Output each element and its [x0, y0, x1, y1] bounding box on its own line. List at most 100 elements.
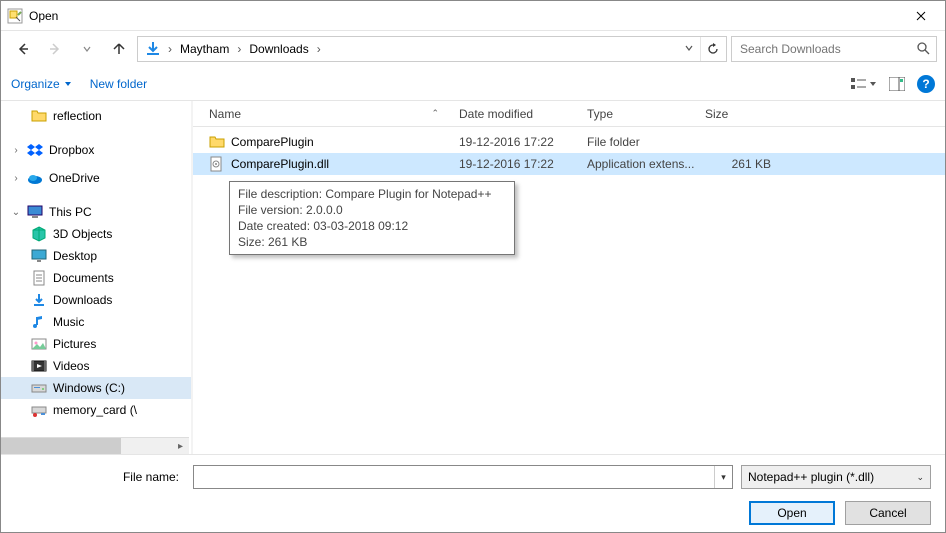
tooltip: File description: Compare Plugin for Not…: [229, 181, 515, 255]
tree-item-onedrive[interactable]: › OneDrive: [1, 167, 191, 189]
cancel-button[interactable]: Cancel: [845, 501, 931, 525]
tree-item-label: OneDrive: [49, 171, 100, 185]
breadcrumb-seg-0[interactable]: Maytham: [176, 37, 233, 61]
expander-icon[interactable]: ›: [11, 173, 21, 184]
dropbox-icon: [27, 142, 43, 158]
chevron-down-icon: [64, 80, 72, 88]
tree-item-label: Desktop: [53, 249, 97, 263]
col-date[interactable]: Date modified: [459, 107, 587, 121]
tree-item-label: This PC: [49, 205, 92, 219]
tooltip-line: File description: Compare Plugin for Not…: [238, 186, 506, 202]
organize-label: Organize: [11, 77, 60, 91]
expander-icon[interactable]: ⌄: [11, 207, 21, 218]
file-row[interactable]: ComparePlugin.dll19-12-2016 17:22Applica…: [193, 153, 945, 175]
main-area: reflection › Dropbox › OneDrive ⌄ This PC 3D Ob…: [1, 101, 945, 454]
file-type: Application extens...: [587, 157, 705, 171]
col-type[interactable]: Type: [587, 107, 705, 121]
col-name[interactable]: Name⌃: [209, 107, 459, 121]
view-mode-button[interactable]: [851, 77, 877, 91]
expander-icon[interactable]: ›: [11, 145, 21, 156]
tree-item-label: 3D Objects: [53, 227, 112, 241]
drive-icon: [31, 380, 47, 396]
tree-item-label: reflection: [53, 109, 102, 123]
tooltip-line: File version: 2.0.0.0: [238, 202, 506, 218]
tree-item-label: memory_card (\: [53, 403, 137, 417]
recent-dropdown[interactable]: [73, 35, 101, 63]
folder-icon: [31, 108, 47, 124]
dll-icon: [209, 156, 225, 172]
chevron-right-icon[interactable]: ›: [233, 42, 245, 56]
thispc-icon: [27, 204, 43, 220]
file-date: 19-12-2016 17:22: [459, 135, 587, 149]
tree-item-label: Dropbox: [49, 143, 94, 157]
scroll-thumb[interactable]: [1, 438, 121, 454]
tree-item-label: Pictures: [53, 337, 96, 351]
organize-menu[interactable]: Organize: [11, 77, 72, 91]
new-folder-button[interactable]: New folder: [90, 77, 147, 91]
search-box[interactable]: [731, 36, 937, 62]
address-dropdown[interactable]: [678, 42, 700, 56]
filename-dropdown[interactable]: ▾: [714, 466, 732, 488]
3d-icon: [31, 226, 47, 242]
file-name: ComparePlugin: [231, 135, 314, 149]
address-bar[interactable]: › Maytham › Downloads ›: [137, 36, 727, 62]
videos-icon: [31, 358, 47, 374]
app-icon: [7, 8, 23, 24]
file-list[interactable]: ComparePlugin 19-12-2016 17:22File folder…: [193, 127, 945, 179]
tree-item-memory-card-[interactable]: memory_card (\: [1, 399, 191, 421]
scroll-right-icon[interactable]: ▸: [172, 438, 189, 454]
file-type: File folder: [587, 135, 705, 149]
preview-pane-button[interactable]: [889, 77, 905, 91]
downloads-icon: [144, 40, 162, 58]
window-title: Open: [29, 9, 58, 23]
tree-item-music[interactable]: Music: [1, 311, 191, 333]
tooltip-line: Date created: 03-03-2018 09:12: [238, 218, 506, 234]
tree-item-this-pc[interactable]: ⌄ This PC: [1, 201, 191, 223]
tree-item-documents[interactable]: Documents: [1, 267, 191, 289]
filename-label: File name:: [15, 470, 185, 484]
pictures-icon: [31, 336, 47, 352]
refresh-button[interactable]: [700, 37, 724, 61]
tree-item-desktop[interactable]: Desktop: [1, 245, 191, 267]
nav-row: › Maytham › Downloads ›: [1, 31, 945, 67]
onedrive-icon: [27, 170, 43, 186]
breadcrumb-seg-1[interactable]: Downloads: [245, 37, 312, 61]
file-row[interactable]: ComparePlugin 19-12-2016 17:22File folder: [193, 131, 945, 153]
search-input[interactable]: [738, 41, 910, 57]
tree-item-label: Downloads: [53, 293, 112, 307]
tree-item-windows-c-[interactable]: Windows (C:): [1, 377, 191, 399]
filename-input[interactable]: [194, 470, 714, 484]
file-size: 261 KB: [705, 157, 785, 171]
filter-label: Notepad++ plugin (*.dll): [748, 470, 874, 484]
forward-button[interactable]: [41, 35, 69, 63]
tree-scrollbar[interactable]: ◂ ▸: [1, 437, 189, 454]
tree-item-label: Documents: [53, 271, 114, 285]
close-button[interactable]: [898, 2, 943, 30]
chevron-down-icon: [869, 80, 877, 88]
netdrive-icon: [31, 402, 47, 418]
bottom-panel: File name: ▾ Notepad++ plugin (*.dll) ⌄ …: [1, 454, 945, 532]
tree-item-3d-objects[interactable]: 3D Objects: [1, 223, 191, 245]
help-button[interactable]: ?: [917, 75, 935, 93]
column-header[interactable]: Name⌃ Date modified Type Size: [193, 101, 945, 127]
col-size[interactable]: Size: [705, 107, 785, 121]
tree-item-dropbox[interactable]: › Dropbox: [1, 139, 191, 161]
nav-tree[interactable]: reflection › Dropbox › OneDrive ⌄ This PC 3D Ob…: [1, 101, 191, 454]
toolbar: Organize New folder ?: [1, 67, 945, 101]
desktop-icon: [31, 248, 47, 264]
open-button[interactable]: Open: [749, 501, 835, 525]
folder-icon: [209, 134, 225, 150]
chevron-right-icon[interactable]: ›: [313, 42, 325, 56]
filter-combobox[interactable]: Notepad++ plugin (*.dll) ⌄: [741, 465, 931, 489]
view-buttons: ?: [851, 75, 935, 93]
up-button[interactable]: [105, 35, 133, 63]
file-date: 19-12-2016 17:22: [459, 157, 587, 171]
back-button[interactable]: [9, 35, 37, 63]
tree-item-reflection[interactable]: reflection: [1, 105, 191, 127]
tree-item-downloads[interactable]: Downloads: [1, 289, 191, 311]
filename-combobox[interactable]: ▾: [193, 465, 733, 489]
chevron-right-icon[interactable]: ›: [164, 42, 176, 56]
tree-item-videos[interactable]: Videos: [1, 355, 191, 377]
tree-item-pictures[interactable]: Pictures: [1, 333, 191, 355]
tree-item-label: Videos: [53, 359, 89, 373]
